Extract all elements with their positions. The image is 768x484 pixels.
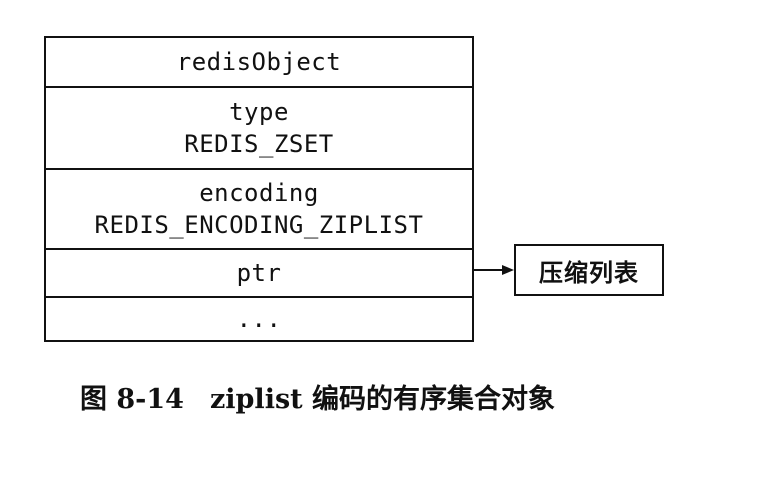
encoding-field-value: REDIS_ENCODING_ZIPLIST (94, 211, 424, 239)
ptr-arrow-head (502, 265, 514, 275)
figure-number: 图 8-14 (80, 383, 184, 415)
figure-caption-text: ziplist 编码的有序集合对象 (209, 383, 556, 415)
type-field-name: type (229, 98, 289, 126)
redis-object-header: redisObject (46, 38, 472, 88)
figure-caption: 图 8-14 ziplist 编码的有序集合对象 (80, 374, 680, 418)
type-field-value: REDIS_ZSET (184, 130, 334, 158)
type-field: type REDIS_ZSET (46, 88, 472, 170)
ptr-field: ptr (46, 250, 472, 298)
redis-object-box: redisObject type REDIS_ZSET encoding RED… (44, 36, 474, 342)
ptr-field-label: ptr (236, 259, 282, 287)
ziplist-box: 压缩列表 (514, 244, 664, 296)
encoding-field-name: encoding (199, 179, 319, 207)
more-fields-label: ... (236, 305, 282, 333)
more-fields: ... (46, 298, 472, 340)
encoding-field: encoding REDIS_ENCODING_ZIPLIST (46, 170, 472, 250)
ziplist-box-label: 压缩列表 (539, 258, 639, 287)
redis-object-header-label: redisObject (176, 48, 342, 76)
ptr-arrow (474, 265, 514, 275)
